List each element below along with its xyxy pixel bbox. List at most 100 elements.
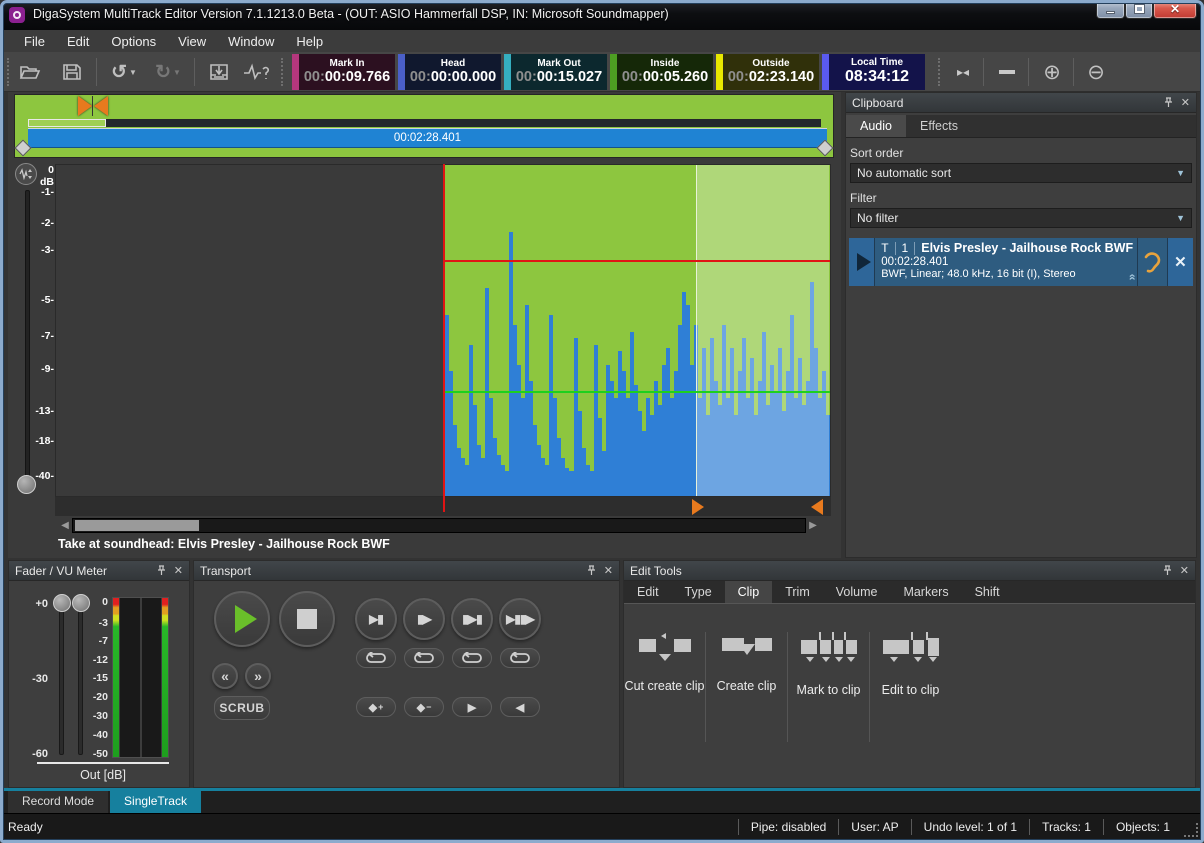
time-display-mark-out[interactable]: Mark Out00:00:15.027 bbox=[504, 54, 607, 90]
edit-to-clip-button[interactable]: Edit to clip bbox=[870, 632, 951, 742]
entry-prelisten-button[interactable] bbox=[1137, 238, 1167, 286]
maximize-button[interactable] bbox=[1125, 0, 1153, 19]
time-display-mark-in[interactable]: Mark In00:00:09.766 bbox=[292, 54, 395, 90]
menu-window[interactable]: Window bbox=[218, 32, 284, 51]
overview-duration-bar[interactable]: 00:02:28.401 bbox=[28, 128, 827, 148]
audio-analysis-button[interactable] bbox=[240, 56, 272, 88]
toolbar-grip[interactable] bbox=[7, 58, 11, 86]
overview-mark-region[interactable] bbox=[78, 96, 108, 116]
edit-tools-tab-type[interactable]: Type bbox=[672, 581, 725, 603]
loop-3-button[interactable] bbox=[452, 648, 492, 668]
play-from-mark-button[interactable]: ▮▶ bbox=[403, 598, 445, 640]
scrollbar-track[interactable] bbox=[72, 518, 806, 533]
clipboard-tab-effects[interactable]: Effects bbox=[906, 115, 972, 137]
close-panel-icon[interactable]: ✕ bbox=[1181, 96, 1190, 109]
edit-tools-tab-markers[interactable]: Markers bbox=[890, 581, 961, 603]
redo-dropdown-icon[interactable]: ▼ bbox=[173, 68, 181, 77]
zoom-fit-button[interactable] bbox=[992, 56, 1022, 88]
menu-file[interactable]: File bbox=[14, 32, 55, 51]
mode-tab-record-mode[interactable]: Record Mode bbox=[8, 791, 108, 813]
close-panel-icon[interactable]: ✕ bbox=[604, 564, 613, 577]
cut-create-clip-button[interactable]: Cut create clip bbox=[624, 632, 705, 742]
resize-grip[interactable] bbox=[1184, 823, 1198, 837]
skip-back-button[interactable]: « bbox=[212, 663, 238, 689]
sort-order-dropdown[interactable]: No automatic sort ▼ bbox=[850, 163, 1192, 183]
play-around-button[interactable]: ▶▮▮▶ bbox=[499, 598, 541, 640]
toolbar-grip[interactable] bbox=[281, 58, 285, 86]
import-take-button[interactable] bbox=[204, 56, 234, 88]
play-between-button[interactable]: ▮▶▮ bbox=[451, 598, 493, 640]
toolbar-separator bbox=[194, 58, 195, 86]
edit-tools-tab-edit[interactable]: Edit bbox=[624, 581, 672, 603]
undo-button[interactable]: ↺▼ bbox=[106, 56, 142, 88]
collapse-chevrons-icon[interactable]: » bbox=[1125, 274, 1139, 281]
fader-right-track[interactable] bbox=[78, 602, 83, 755]
horizontal-scrollbar[interactable]: ◀ ▶ bbox=[58, 518, 820, 533]
play-to-mark-button[interactable]: ▶▮ bbox=[355, 598, 397, 640]
fit-selection-button[interactable]: ▸◂ bbox=[948, 56, 978, 88]
minimize-button[interactable] bbox=[1096, 0, 1125, 19]
playhead-cursor[interactable] bbox=[443, 164, 445, 512]
time-display-head[interactable]: Head00:00:00.000 bbox=[398, 54, 501, 90]
play-button[interactable] bbox=[214, 591, 270, 647]
edit-tools-tab-volume[interactable]: Volume bbox=[823, 581, 891, 603]
mode-tab-singletrack[interactable]: SingleTrack bbox=[110, 791, 201, 813]
zoom-out-button[interactable]: ⊖ bbox=[1080, 56, 1112, 88]
mark-in-triangle-icon[interactable] bbox=[692, 499, 704, 515]
take-region[interactable] bbox=[445, 165, 831, 497]
edit-tools-tab-trim[interactable]: Trim bbox=[772, 581, 823, 603]
toolbar-grip[interactable] bbox=[938, 58, 942, 86]
selection-highlight[interactable] bbox=[696, 165, 829, 497]
mark-to-clip-button[interactable]: Mark to clip bbox=[788, 632, 869, 742]
fader-left-track[interactable] bbox=[59, 602, 64, 755]
entry-delete-button[interactable]: ✕ bbox=[1167, 238, 1193, 286]
overview-range-track[interactable] bbox=[28, 119, 821, 127]
time-display-local-time[interactable]: Local Time08:34:12 bbox=[822, 54, 925, 90]
overview-timeline[interactable]: 00:02:28.401 bbox=[14, 94, 834, 158]
scroll-right-icon[interactable]: ▶ bbox=[806, 520, 820, 531]
undo-dropdown-icon[interactable]: ▼ bbox=[129, 68, 137, 77]
next-marker-button[interactable]: ▶ bbox=[452, 697, 492, 717]
loop-4-button[interactable] bbox=[500, 648, 540, 668]
meter-scale--20: -20 bbox=[86, 691, 108, 703]
edit-tools-tab-shift[interactable]: Shift bbox=[962, 581, 1013, 603]
loop-1-button[interactable] bbox=[356, 648, 396, 668]
add-marker-button[interactable]: ◆+ bbox=[356, 697, 396, 717]
pin-icon[interactable] bbox=[156, 565, 166, 576]
close-button[interactable]: ✕ bbox=[1153, 0, 1197, 19]
create-clip-button[interactable]: Create clip bbox=[706, 632, 787, 742]
entry-play-button[interactable] bbox=[849, 238, 875, 286]
stop-button[interactable] bbox=[279, 591, 335, 647]
zoom-in-button[interactable]: ⊕ bbox=[1036, 56, 1068, 88]
scroll-left-icon[interactable]: ◀ bbox=[58, 520, 72, 531]
close-panel-icon[interactable]: ✕ bbox=[174, 564, 183, 577]
clipboard-tab-audio[interactable]: Audio bbox=[846, 115, 906, 137]
menu-view[interactable]: View bbox=[168, 32, 216, 51]
overview-mark-out-icon[interactable] bbox=[94, 96, 108, 116]
overview-mark-in-icon[interactable] bbox=[78, 96, 92, 116]
pin-icon[interactable] bbox=[586, 565, 596, 576]
time-display-inside[interactable]: Inside00:00:05.260 bbox=[610, 54, 713, 90]
remove-marker-button[interactable]: ◆− bbox=[404, 697, 444, 717]
skip-forward-button[interactable]: » bbox=[245, 663, 271, 689]
pin-icon[interactable] bbox=[1163, 97, 1173, 108]
menu-help[interactable]: Help bbox=[286, 32, 333, 51]
open-button[interactable] bbox=[16, 56, 44, 88]
menu-edit[interactable]: Edit bbox=[57, 32, 99, 51]
close-panel-icon[interactable]: ✕ bbox=[1180, 564, 1189, 577]
prev-marker-button[interactable]: ◀ bbox=[500, 697, 540, 717]
scrollbar-thumb[interactable] bbox=[75, 520, 199, 531]
pin-icon[interactable] bbox=[1162, 565, 1172, 576]
scrub-button[interactable]: SCRUB bbox=[214, 696, 270, 720]
mark-out-triangle-icon[interactable] bbox=[811, 499, 823, 515]
fader-left-knob[interactable] bbox=[53, 594, 71, 612]
time-display-outside[interactable]: Outside00:02:23.140 bbox=[716, 54, 819, 90]
loop-2-button[interactable] bbox=[404, 648, 444, 668]
filter-dropdown[interactable]: No filter ▼ bbox=[850, 208, 1192, 228]
overview-visible-range[interactable] bbox=[28, 119, 106, 127]
clipboard-entry[interactable]: T 1 Elvis Presley - Jailhouse Rock BWF 0… bbox=[849, 238, 1193, 286]
menu-options[interactable]: Options bbox=[101, 32, 166, 51]
redo-button[interactable]: ↻▼ bbox=[150, 56, 186, 88]
edit-tools-tab-clip[interactable]: Clip bbox=[725, 581, 773, 603]
save-button[interactable] bbox=[58, 56, 86, 88]
